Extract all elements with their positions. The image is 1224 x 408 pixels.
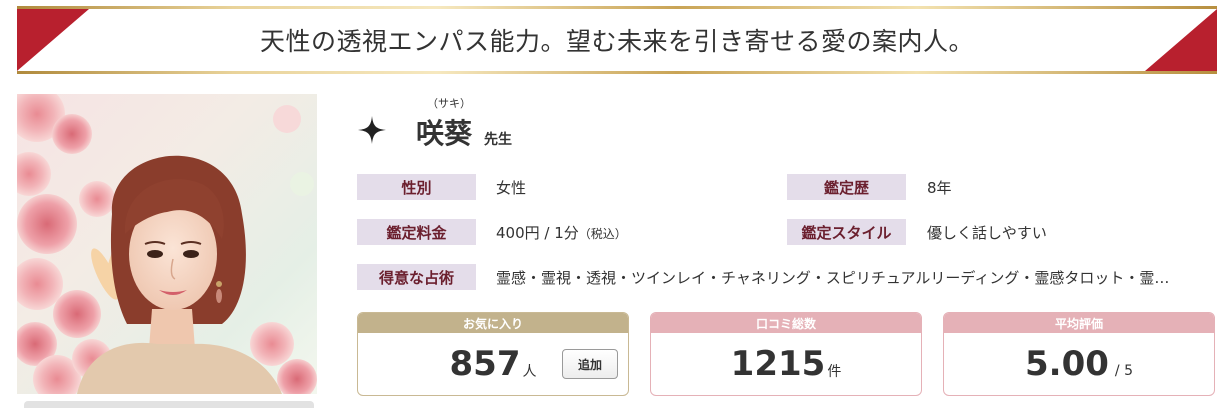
favorites-stat: お気に入り 857 人 追加 (357, 312, 629, 396)
banner-text: 天性の透視エンパス能力。望む未来を引き寄せる愛の案内人。 (259, 27, 974, 56)
rating-header: 平均評価 (944, 313, 1214, 333)
skills-label: 得意な占術 (357, 264, 476, 290)
fee-value: 400円 / 1分（税込） (496, 222, 627, 243)
name-honorific: 先生 (484, 132, 512, 148)
rating-stat: 平均評価 5.00 / 5 (943, 312, 1215, 396)
rating-value: 5.00 (1025, 344, 1109, 384)
favorites-count: 857 (449, 344, 521, 384)
fee-label: 鑑定料金 (357, 219, 476, 245)
name-reading: （サキ） (427, 97, 471, 110)
style-value: 優しく話しやすい (927, 224, 1047, 242)
favorites-unit: 人 (522, 364, 537, 380)
rating-body: 5.00 / 5 (944, 333, 1214, 395)
reviews-header: 口コミ総数 (651, 313, 921, 333)
reviews-count: 1215 (730, 344, 826, 384)
fortune-teller-photo (17, 94, 317, 394)
style-label: 鑑定スタイル (787, 219, 906, 245)
photo-tab[interactable] (24, 401, 314, 408)
skills-value: 霊感・霊視・透視・ツインレイ・チャネリング・スピリチュアルリーディング・霊感タロ… (496, 269, 1170, 287)
reviews-unit: 件 (827, 364, 842, 380)
fortune-teller-name: 咲葵 (416, 117, 473, 150)
catchphrase-banner: 天性の透視エンパス能力。望む未来を引き寄せる愛の案内人。 (17, 6, 1217, 74)
history-label: 鑑定歴 (787, 174, 906, 200)
history-value: 8年 (927, 179, 952, 197)
reviews-stat: 口コミ総数 1215 件 (650, 312, 922, 396)
fee-tax-note: （税込） (578, 227, 627, 241)
rating-max: / 5 (1114, 363, 1133, 379)
reviews-body: 1215 件 (651, 333, 921, 395)
favorites-body: 857 人 追加 (358, 333, 628, 395)
banner-inner: 天性の透視エンパス能力。望む未来を引き寄せる愛の案内人。 (17, 9, 1217, 71)
portrait-illustration (17, 94, 317, 394)
add-favorite-button[interactable]: 追加 (562, 349, 618, 379)
four-point-star-icon (358, 116, 386, 144)
gender-value: 女性 (496, 179, 527, 197)
gender-label: 性別 (357, 174, 476, 200)
favorites-header: お気に入り (358, 313, 628, 333)
fee-amount: 400円 / 1分 (496, 224, 579, 242)
